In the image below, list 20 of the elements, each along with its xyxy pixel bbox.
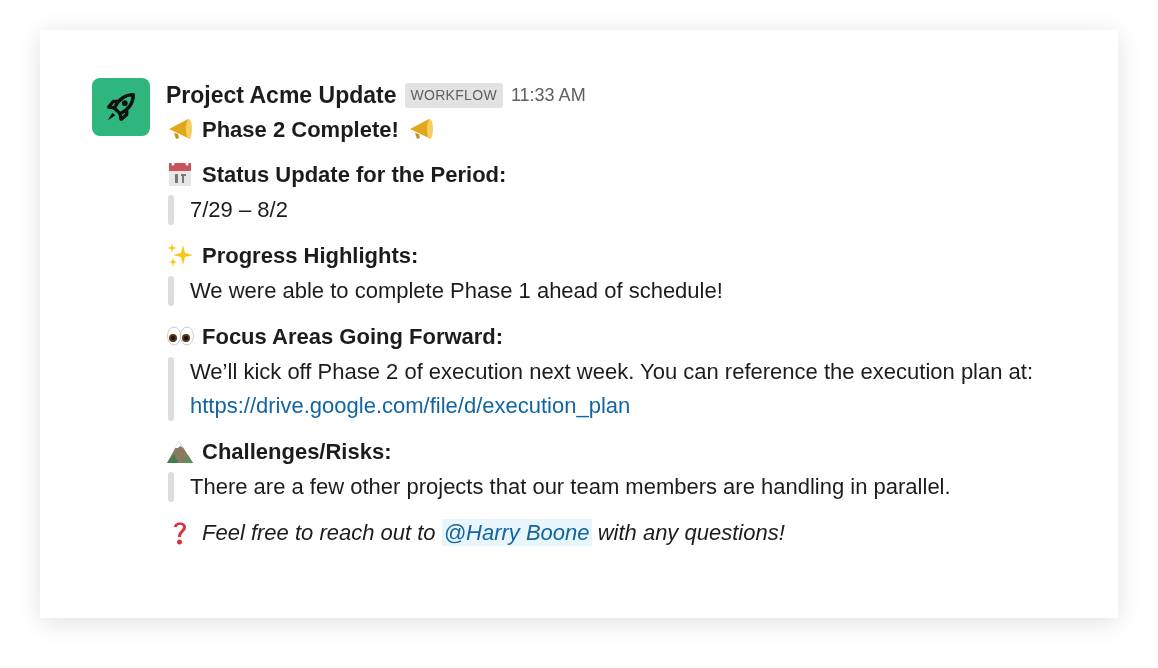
section-text: We were able to complete Phase 1 ahead of schedule! xyxy=(190,276,723,305)
quote-bar xyxy=(168,356,174,421)
section-heading: Challenges/Risks: xyxy=(202,437,392,466)
section-text: There are a few other projects that our team members are handling in parallel. xyxy=(190,472,951,501)
section-heading: Focus Areas Going Forward: xyxy=(202,322,504,351)
workflow-badge: WORKFLOW xyxy=(404,82,503,108)
timestamp[interactable]: 11:33 AM xyxy=(510,81,586,109)
quote-bar xyxy=(168,471,174,502)
quote-bar xyxy=(168,275,174,306)
section-text: We’ll kick off Phase 2 of execution next week. You can reference the execution plan at: https://drive.google.com/file/d/execution_plan xyxy=(190,357,1035,420)
quote-bar xyxy=(168,194,174,225)
message-title: Phase 2 Complete! xyxy=(202,115,399,144)
calendar-icon xyxy=(166,160,194,188)
section-heading: Status Update for the Period: xyxy=(202,160,507,189)
link[interactable]: https://drive.google.com/file/d/execution_plan xyxy=(190,392,631,418)
section-text: 7/29 – 8/2 xyxy=(190,195,288,224)
sender-name[interactable]: Project Acme Update xyxy=(166,78,397,113)
section-heading: Progress Highlights: xyxy=(202,241,419,270)
user-mention[interactable]: @Harry Boone xyxy=(441,518,592,546)
closing-sentence: Feel free to reach out to @Harry Boone with any questions! xyxy=(202,517,785,548)
